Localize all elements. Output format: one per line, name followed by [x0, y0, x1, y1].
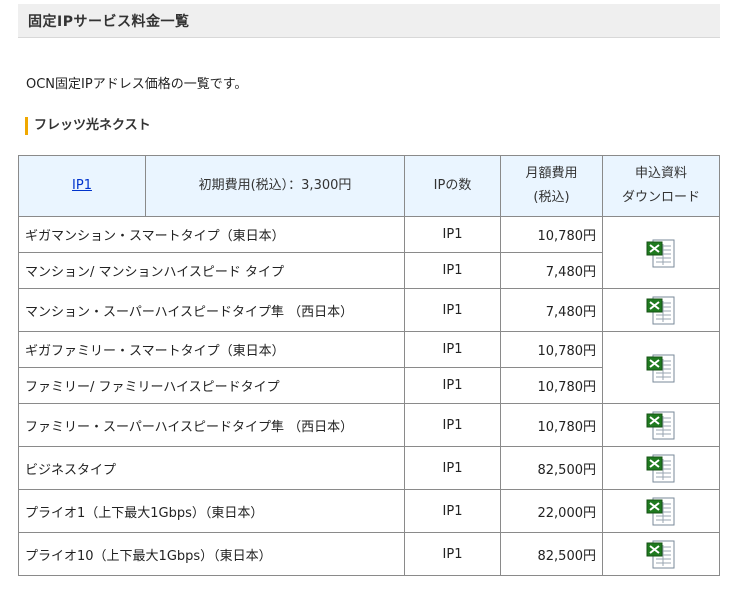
ip1-link[interactable]: IP1 — [72, 178, 92, 193]
download-cell — [602, 489, 720, 533]
ip-count: IP1 — [404, 403, 501, 447]
header-download-line2: ダウンロード — [621, 190, 700, 205]
header-download-line1: 申込資料 — [634, 166, 687, 181]
section-heading: フレッツ光ネクスト — [25, 117, 151, 135]
plan-name: マンション・スーパーハイスピードタイプ隼 （西日本） — [18, 288, 405, 332]
table-header-row: IP1 初期費用(税込）：3,300円 IPの数 月額費用 (税込) 申込資料 … — [18, 155, 720, 217]
table-row: プライオ1（上下最大1Gbps）（東日本） IP1 22,000円 — [18, 489, 720, 533]
ip-count: IP1 — [404, 216, 501, 253]
excel-file-icon[interactable] — [644, 351, 678, 385]
ip-count: IP1 — [404, 532, 501, 576]
plan-name: ビジネスタイプ — [18, 446, 405, 490]
excel-file-icon[interactable] — [644, 537, 678, 571]
download-cell — [602, 216, 720, 289]
download-cell — [602, 446, 720, 490]
plan-name: ギガファミリー・スマートタイプ（東日本） — [18, 331, 405, 368]
monthly-price: 22,000円 — [500, 489, 603, 533]
monthly-price: 10,780円 — [500, 367, 603, 404]
download-cell — [602, 532, 720, 576]
monthly-price: 82,500円 — [500, 532, 603, 576]
ip-count: IP1 — [404, 446, 501, 490]
intro-text: OCN固定IPアドレス価格の一覧です。 — [26, 77, 248, 92]
excel-file-icon[interactable] — [644, 451, 678, 485]
monthly-price: 10,780円 — [500, 403, 603, 447]
monthly-price: 10,780円 — [500, 216, 603, 253]
table-row: プライオ10（上下最大1Gbps）（東日本） IP1 82,500円 — [18, 532, 720, 576]
header-monthly-fee: 月額費用 (税込) — [500, 155, 603, 217]
excel-file-icon[interactable] — [644, 236, 678, 270]
ip-count: IP1 — [404, 367, 501, 404]
monthly-price: 7,480円 — [500, 288, 603, 332]
table-row: マンション・スーパーハイスピードタイプ隼 （西日本） IP1 7,480円 — [18, 288, 720, 332]
download-cell — [602, 288, 720, 332]
page-title: 固定IPサービス料金一覧 — [28, 14, 190, 30]
plan-name: マンション/ マンションハイスピード タイプ — [18, 252, 405, 289]
plan-name: プライオ1（上下最大1Gbps）（東日本） — [18, 489, 405, 533]
ip-count: IP1 — [404, 288, 501, 332]
ip-count: IP1 — [404, 252, 501, 289]
monthly-price: 82,500円 — [500, 446, 603, 490]
plan-name: ギガマンション・スマートタイプ（東日本） — [18, 216, 405, 253]
monthly-price: 7,480円 — [500, 252, 603, 289]
header-monthly-fee-line1: 月額費用 — [525, 166, 578, 181]
excel-file-icon[interactable] — [644, 293, 678, 327]
table-row: ギガマンション・スマートタイプ（東日本） IP1 10,780円 — [18, 216, 720, 289]
table-row: ビジネスタイプ IP1 82,500円 — [18, 446, 720, 490]
excel-file-icon[interactable] — [644, 494, 678, 528]
download-cell — [602, 403, 720, 447]
page-header: 固定IPサービス料金一覧 — [18, 4, 720, 38]
plan-name: プライオ10（上下最大1Gbps）（東日本） — [18, 532, 405, 576]
ip-count: IP1 — [404, 489, 501, 533]
download-cell — [602, 331, 720, 404]
table-row: ギガファミリー・スマートタイプ（東日本） IP1 10,780円 — [18, 331, 720, 404]
header-initial-fee: 初期費用(税込）：3,300円 — [145, 155, 405, 217]
excel-file-icon[interactable] — [644, 408, 678, 442]
header-monthly-fee-line2: (税込) — [533, 190, 570, 205]
price-table: IP1 初期費用(税込）：3,300円 IPの数 月額費用 (税込) 申込資料 … — [18, 155, 720, 576]
header-download: 申込資料 ダウンロード — [602, 155, 720, 217]
header-ip-count: IPの数 — [404, 155, 501, 217]
header-ip-cell: IP1 — [18, 155, 146, 217]
ip-count: IP1 — [404, 331, 501, 368]
plan-name: ファミリー・スーパーハイスピードタイプ隼 （西日本） — [18, 403, 405, 447]
plan-name: ファミリー/ ファミリーハイスピードタイプ — [18, 367, 405, 404]
table-row: ファミリー・スーパーハイスピードタイプ隼 （西日本） IP1 10,780円 — [18, 403, 720, 447]
monthly-price: 10,780円 — [500, 331, 603, 368]
